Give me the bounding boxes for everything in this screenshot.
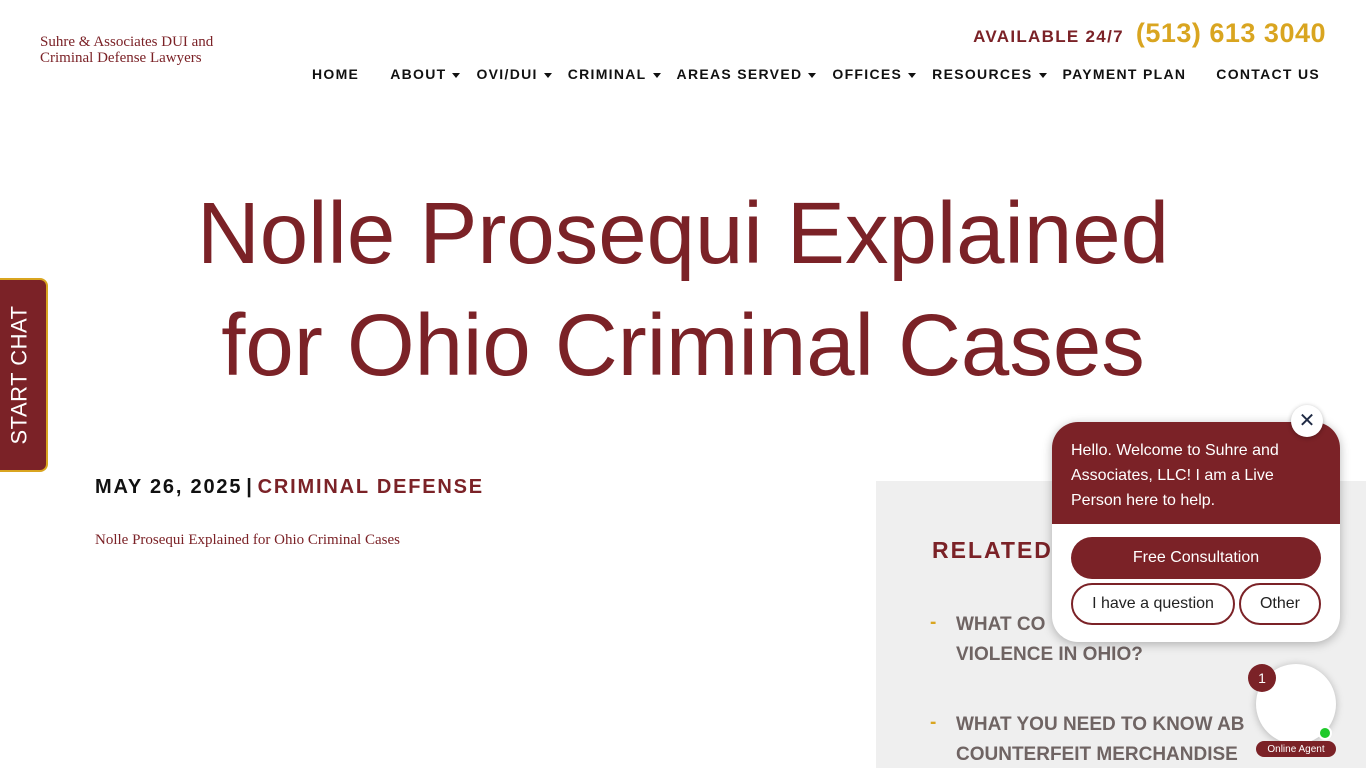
nav-item-ovi-dui[interactable]: OVI/DUI	[476, 66, 552, 82]
caret-down-icon	[1038, 72, 1047, 78]
notification-badge: 1	[1248, 664, 1276, 692]
availability-label: AVAILABLE 24/7	[973, 27, 1124, 46]
related-title: RELATED	[932, 537, 1053, 563]
phone-link[interactable]: (513) 613 3040	[1136, 18, 1326, 49]
start-chat-label: START CHAT	[7, 305, 32, 445]
have-question-button[interactable]: I have a question	[1071, 583, 1235, 625]
caret-down-icon	[452, 72, 461, 78]
title-line-2: for Ohio Criminal Cases	[221, 297, 1145, 394]
article-image: Nolle Prosequi Explained for Ohio Crimin…	[95, 532, 400, 548]
online-agent-label: Online Agent	[1256, 741, 1336, 757]
free-consultation-button[interactable]: Free Consultation	[1071, 537, 1321, 579]
site-logo[interactable]: Suhre & Associates DUI and Criminal Defe…	[40, 34, 270, 66]
caret-down-icon	[908, 72, 917, 78]
chat-popup: Hello. Welcome to Suhre and Associates, …	[1052, 422, 1340, 642]
list-dash: -	[930, 712, 937, 733]
nav-item-payment-plan[interactable]: PAYMENT PLAN	[1063, 66, 1187, 82]
main-nav: HOME ABOUT OVI/DUI CRIMINAL AREAS SERVED…	[312, 66, 1320, 82]
nav-item-about[interactable]: ABOUT	[390, 66, 461, 82]
nav-item-areas-served[interactable]: AREAS SERVED	[677, 66, 817, 82]
start-chat-tab[interactable]: START CHAT	[0, 278, 48, 472]
contact-bar: AVAILABLE 24/7 (513) 613 3040	[973, 18, 1326, 49]
nav-label: ABOUT	[390, 66, 447, 82]
post-date: MAY 26, 2025	[95, 476, 243, 498]
nav-item-contact-us[interactable]: CONTACT US	[1216, 66, 1320, 82]
nav-item-offices[interactable]: OFFICES	[832, 66, 917, 82]
nav-item-resources[interactable]: RESOURCES	[932, 66, 1047, 82]
meta-separator: |	[246, 476, 254, 498]
caret-down-icon	[543, 72, 552, 78]
nav-label: OVI/DUI	[476, 66, 538, 82]
page-title: Nolle Prosequi Explained for Ohio Crimin…	[0, 178, 1366, 402]
post-meta: MAY 26, 2025 | CRIMINAL DEFENSE	[95, 476, 484, 499]
related-item-line: WHAT YOU NEED TO KNOW AB	[956, 714, 1245, 735]
nav-label: CRIMINAL	[567, 66, 647, 82]
online-status-icon	[1318, 726, 1332, 740]
chat-welcome-message: Hello. Welcome to Suhre and Associates, …	[1052, 422, 1340, 524]
other-button[interactable]: Other	[1239, 583, 1321, 625]
post-category-link[interactable]: CRIMINAL DEFENSE	[258, 476, 484, 498]
nav-label: HOME	[312, 66, 360, 82]
title-line-1: Nolle Prosequi Explained	[196, 185, 1170, 282]
nav-item-home[interactable]: HOME	[312, 66, 359, 82]
nav-item-criminal[interactable]: CRIMINAL	[568, 66, 661, 82]
related-item-line: VIOLENCE IN OHIO?	[956, 644, 1143, 665]
nav-label: OFFICES	[832, 66, 903, 82]
nav-label: AREAS SERVED	[676, 66, 803, 82]
related-item-line: WHAT CO	[956, 614, 1046, 635]
nav-label: CONTACT US	[1216, 66, 1321, 82]
related-item-line: COUNTERFEIT MERCHANDISE	[956, 744, 1238, 765]
close-icon[interactable]: ✕	[1291, 405, 1323, 437]
caret-down-icon	[652, 72, 661, 78]
nav-label: RESOURCES	[932, 66, 1033, 82]
list-dash: -	[930, 612, 937, 633]
nav-label: PAYMENT PLAN	[1062, 66, 1187, 82]
caret-down-icon	[808, 72, 817, 78]
related-item[interactable]: - WHAT YOU NEED TO KNOW AB COUNTERFEIT M…	[930, 710, 1286, 768]
